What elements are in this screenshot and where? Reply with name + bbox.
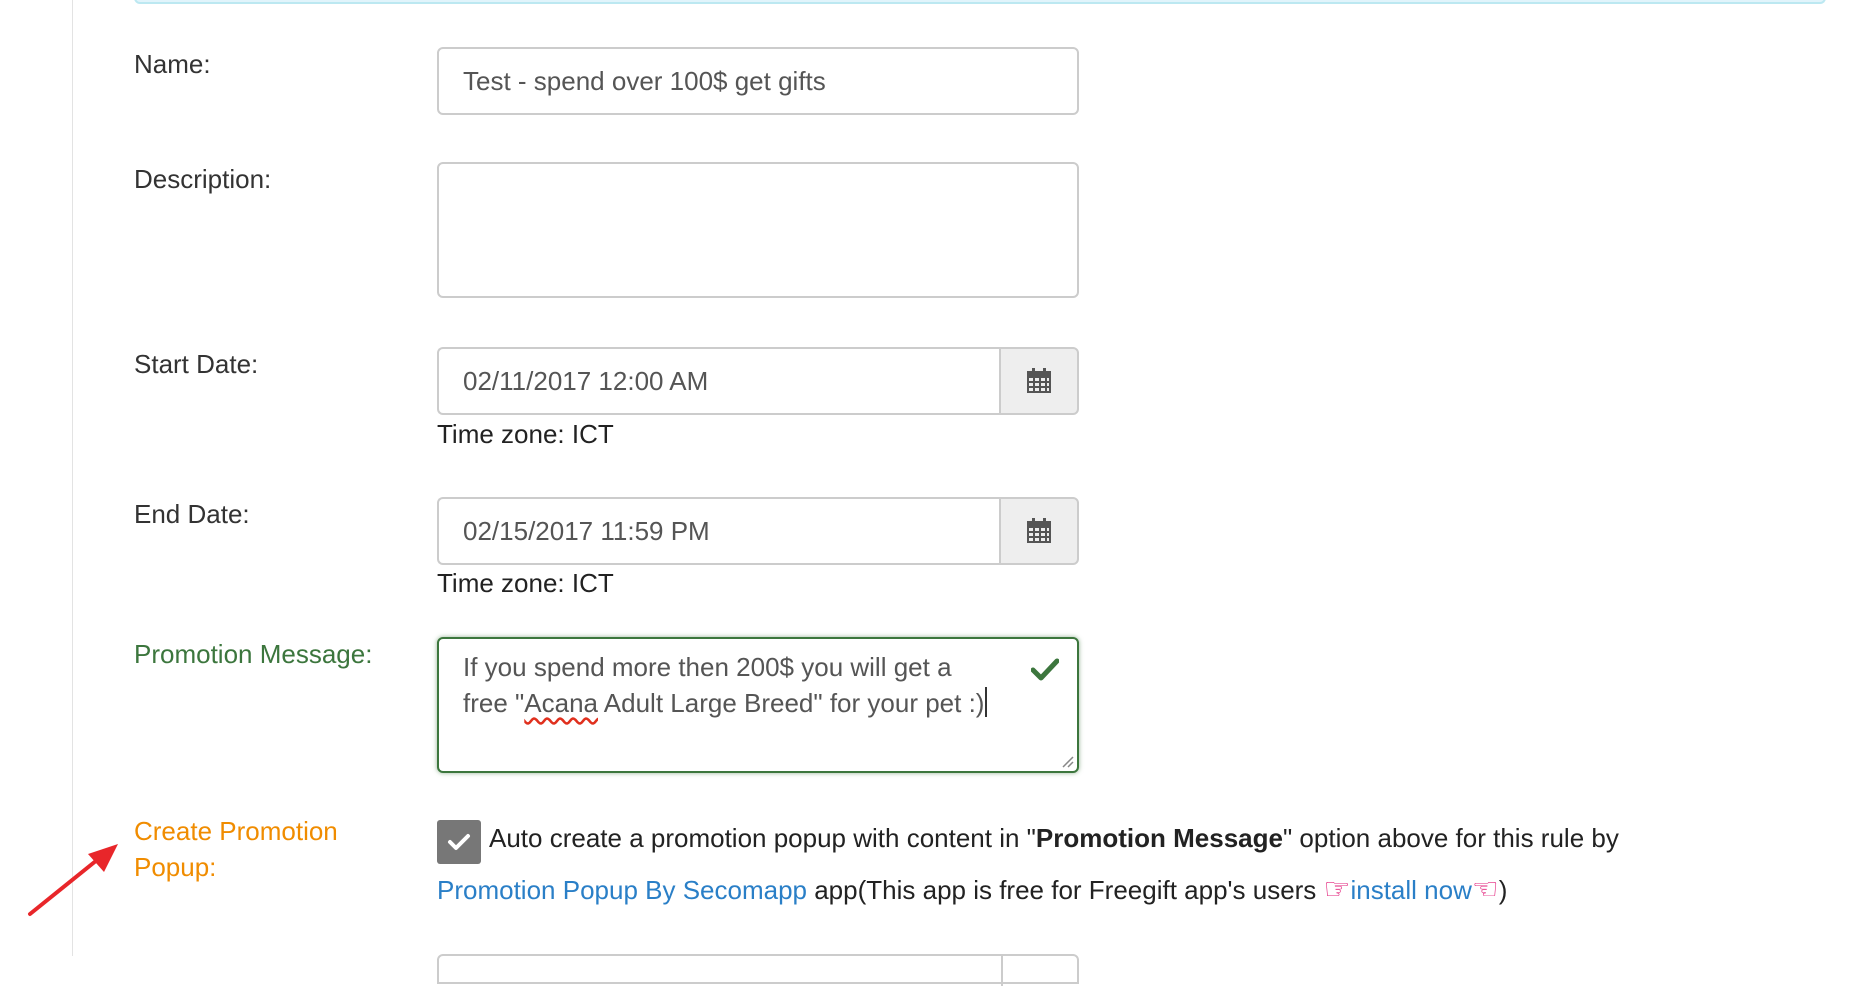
promotion-message-line2-start: free " bbox=[463, 688, 525, 718]
closing-parenthesis: ) bbox=[1498, 875, 1508, 905]
checkbox-check-icon bbox=[448, 834, 470, 850]
info-alert-bar bbox=[134, 0, 1826, 4]
checkmark-icon bbox=[1031, 658, 1059, 681]
create-popup-label-line1: Create Promotion bbox=[134, 816, 338, 846]
app-note-text: app(This app is free for Freegift app's … bbox=[807, 875, 1324, 905]
promotion-message-line1: If you spend more then 200$ you will get… bbox=[463, 652, 952, 682]
promotion-message-line2-end: Adult Large Breed" for your pet :) bbox=[598, 688, 985, 718]
end-date-group: 02/15/2017 11:59 PM bbox=[437, 497, 1079, 565]
annotation-arrow-icon bbox=[28, 844, 118, 916]
promotion-message-label: Promotion Message: bbox=[134, 639, 373, 669]
text-caret bbox=[985, 687, 988, 717]
promotion-message-text: If you spend more then 200$ you will get… bbox=[463, 649, 1003, 721]
calendar-icon bbox=[1027, 518, 1051, 543]
start-date-group: 02/11/2017 12:00 AM bbox=[437, 347, 1079, 415]
misspelled-word: Acana bbox=[524, 688, 598, 718]
description-bold: Promotion Message bbox=[1035, 823, 1283, 853]
name-input[interactable]: Test - spend over 100$ get gifts bbox=[437, 47, 1079, 115]
create-popup-app-line: Promotion Popup By Secomapp app(This app… bbox=[437, 872, 1507, 908]
page-left-border bbox=[72, 0, 73, 956]
create-popup-label: Create Promotion Popup: bbox=[134, 813, 338, 885]
resize-grip-icon[interactable] bbox=[1060, 754, 1074, 768]
hand-pointing-right-icon: ☞ bbox=[1323, 873, 1351, 906]
description-label: Description: bbox=[134, 164, 272, 194]
description-prefix: Auto create a promotion popup with conte… bbox=[489, 823, 1036, 853]
next-field-partial[interactable] bbox=[437, 954, 1079, 986]
promotion-message-textarea[interactable]: If you spend more then 200$ you will get… bbox=[437, 637, 1079, 773]
hand-pointing-left-icon: ☜ bbox=[1471, 873, 1499, 906]
end-date-input[interactable]: 02/15/2017 11:59 PM bbox=[437, 497, 999, 565]
create-popup-description: Auto create a promotion popup with conte… bbox=[489, 820, 1619, 856]
end-date-timezone: Time zone: ICT bbox=[437, 568, 614, 598]
create-popup-label-line2: Popup: bbox=[134, 852, 217, 882]
end-date-calendar-button[interactable] bbox=[999, 497, 1079, 565]
create-popup-checkbox[interactable] bbox=[437, 820, 481, 864]
calendar-icon bbox=[1027, 368, 1051, 393]
install-now-link[interactable]: install now bbox=[1350, 875, 1471, 905]
end-date-label: End Date: bbox=[134, 499, 250, 529]
start-date-input[interactable]: 02/11/2017 12:00 AM bbox=[437, 347, 999, 415]
start-date-timezone: Time zone: ICT bbox=[437, 419, 614, 449]
description-suffix: " option above for this rule by bbox=[1282, 823, 1619, 853]
start-date-label: Start Date: bbox=[134, 349, 259, 379]
description-textarea[interactable] bbox=[437, 162, 1079, 298]
promotion-popup-app-link[interactable]: Promotion Popup By Secomapp bbox=[437, 875, 807, 905]
start-date-calendar-button[interactable] bbox=[999, 347, 1079, 415]
name-label: Name: bbox=[134, 49, 211, 79]
